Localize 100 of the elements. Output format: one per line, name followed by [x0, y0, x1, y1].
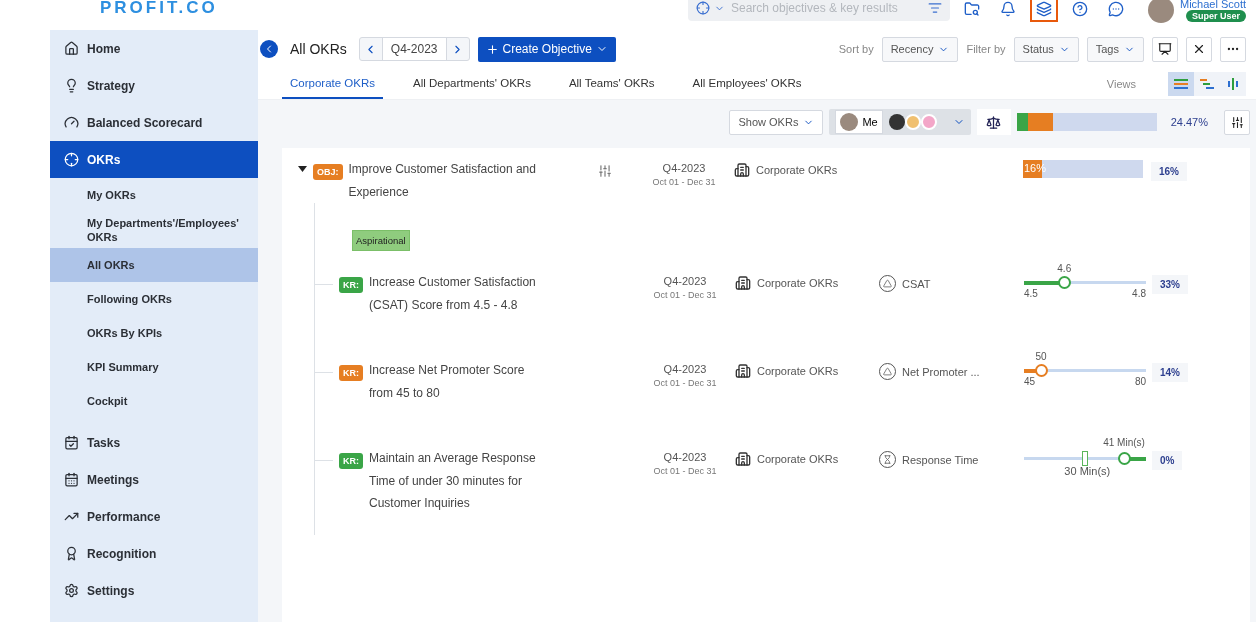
scale-icon	[986, 114, 1002, 130]
layers-button[interactable]	[1029, 0, 1058, 22]
sidebar-item[interactable]: Performance	[50, 498, 258, 535]
sidebar-subitem[interactable]: All OKRs	[50, 248, 258, 282]
collapse-button[interactable]	[260, 40, 278, 58]
filter-icon	[927, 1, 942, 15]
building-icon	[734, 162, 750, 178]
list-view-icon	[1174, 77, 1188, 90]
bulb-icon	[64, 78, 79, 93]
period: Q4-2023	[662, 162, 706, 174]
sidebar-label: Strategy	[87, 78, 136, 93]
date-range: Oct 01 - Dec 31	[653, 466, 717, 476]
gantt-view-icon	[1200, 77, 1214, 90]
sliders-icon	[1230, 115, 1244, 129]
user-avatar[interactable]	[1147, 0, 1174, 23]
objective-tag: OBJ:	[313, 164, 343, 180]
key-result-tag: KR:	[339, 277, 363, 293]
sidebar-item[interactable]: OKRs	[50, 141, 258, 178]
tab[interactable]: All Employees' OKRs	[684, 68, 810, 99]
date-range: Oct 01 - Dec 31	[653, 290, 717, 300]
key-result-title[interactable]: Increase Net Promoter Score from 45 to 80	[369, 359, 544, 404]
avatar-icon	[840, 113, 859, 131]
sidebar-subitem[interactable]: My OKRs	[50, 178, 258, 212]
target-marker	[1082, 451, 1088, 466]
sliders-button[interactable]	[1224, 109, 1250, 135]
filter-label: Filter by	[966, 43, 1006, 55]
filter-dropdown[interactable]: Status	[1013, 36, 1079, 62]
tab[interactable]: All Teams' OKRs	[560, 68, 663, 99]
sidebar-label: Performance	[87, 509, 161, 524]
target-icon	[64, 152, 79, 167]
owner: Corporate OKRs	[757, 365, 839, 377]
avatar-icon	[888, 114, 905, 130]
sidebar-subitem[interactable]: Following OKRs	[50, 282, 258, 316]
filter-dropdown[interactable]: Tags	[1086, 36, 1144, 62]
view-button[interactable]	[1194, 71, 1220, 96]
avatar-icon	[904, 114, 921, 130]
sidebar-label: Meetings	[87, 472, 139, 487]
view-button[interactable]	[1168, 71, 1194, 96]
presentation-button[interactable]	[1152, 36, 1178, 62]
sidebar-subitem[interactable]: My Departments'/Employees' OKRs	[50, 212, 258, 248]
user-name: Michael Scott	[1179, 0, 1246, 10]
x-mark-button[interactable]	[1186, 36, 1212, 62]
current-value: 41 Min(s)	[1103, 437, 1145, 448]
me-button[interactable]: Me	[835, 110, 883, 134]
key-result-title[interactable]: Maintain an Average Response Time of under 30 minutes for Customer Inquiries	[369, 447, 544, 515]
owner: Corporate OKRs	[756, 164, 838, 176]
sidebar-item[interactable]: Home	[50, 30, 258, 67]
progress-percent: 0%	[1152, 451, 1183, 470]
folder-search-icon	[963, 1, 980, 17]
end-value: 4.8	[1132, 288, 1146, 299]
sidebar-item[interactable]: Recognition	[50, 535, 258, 572]
objective-title[interactable]: Improve Customer Satisfaction and Experience	[348, 158, 539, 203]
chat-icon	[1107, 1, 1124, 17]
date-range: Oct 01 - Dec 31	[653, 378, 717, 388]
building-icon	[735, 451, 751, 467]
building-icon	[735, 275, 751, 291]
start-value: 45	[1024, 376, 1036, 387]
layers-icon	[1035, 1, 1052, 17]
view-button[interactable]	[1220, 71, 1246, 96]
sort-dropdown[interactable]: Recency	[881, 36, 959, 62]
target-icon	[695, 1, 710, 15]
sidebar-item[interactable]: Tasks	[50, 424, 258, 461]
end-value: 80	[1134, 376, 1146, 387]
current-value: 50	[1035, 351, 1047, 362]
progress-percent: 33%	[1152, 275, 1188, 294]
sidebar-item[interactable]: Balanced Scorecard	[50, 104, 258, 141]
gauge-icon	[64, 115, 79, 130]
current-value: 4.6	[1057, 263, 1072, 274]
sidebar-item[interactable]: Settings	[50, 572, 258, 609]
kpi-name: Net Promoter ...	[902, 365, 980, 378]
key-result-tag: KR:	[339, 453, 363, 469]
sidebar-label: Settings	[87, 583, 135, 598]
period: Q4-2023	[663, 451, 707, 463]
tab[interactable]: All Departments' OKRs	[405, 68, 539, 99]
x-mark-icon	[1192, 42, 1206, 56]
sidebar-label: Balanced Scorecard	[87, 115, 203, 130]
show-okrs-dropdown[interactable]: Show OKRs	[729, 109, 824, 135]
sidebar-item[interactable]: Meetings	[50, 461, 258, 498]
target-value: 30 Min(s)	[1064, 465, 1111, 477]
progress-percent: 16%	[1151, 162, 1187, 181]
sidebar-item[interactable]: Strategy	[50, 67, 258, 104]
search-field[interactable]: Search objectives & key results	[687, 0, 950, 21]
award-icon	[64, 546, 79, 561]
kpi-name: Response Time	[902, 453, 979, 466]
sidebar-subitem[interactable]: OKRs By KPIs	[50, 316, 258, 350]
period-value[interactable]: Q4-2023	[381, 38, 447, 60]
sidebar-subitem[interactable]: KPI Summary	[50, 350, 258, 384]
sidebar-subitem[interactable]: Cockpit	[50, 384, 258, 418]
key-result-title[interactable]: Increase Customer Satisfaction (CSAT) Score from 4.5 - 4.8	[369, 271, 544, 316]
create-objective-button[interactable]: Create Objective	[477, 36, 616, 62]
home-icon	[64, 41, 79, 56]
presentation-icon	[1158, 42, 1172, 56]
balance-button[interactable]	[976, 109, 1011, 135]
kpi-name: CSAT	[902, 277, 931, 290]
views-label: Views	[1106, 77, 1136, 90]
progress-percent: 14%	[1152, 363, 1188, 382]
page-title: All OKRs	[290, 41, 347, 57]
bell-icon	[999, 1, 1016, 17]
sidebar-label: OKRs	[87, 152, 121, 167]
sidebar-label: Home	[87, 41, 121, 56]
